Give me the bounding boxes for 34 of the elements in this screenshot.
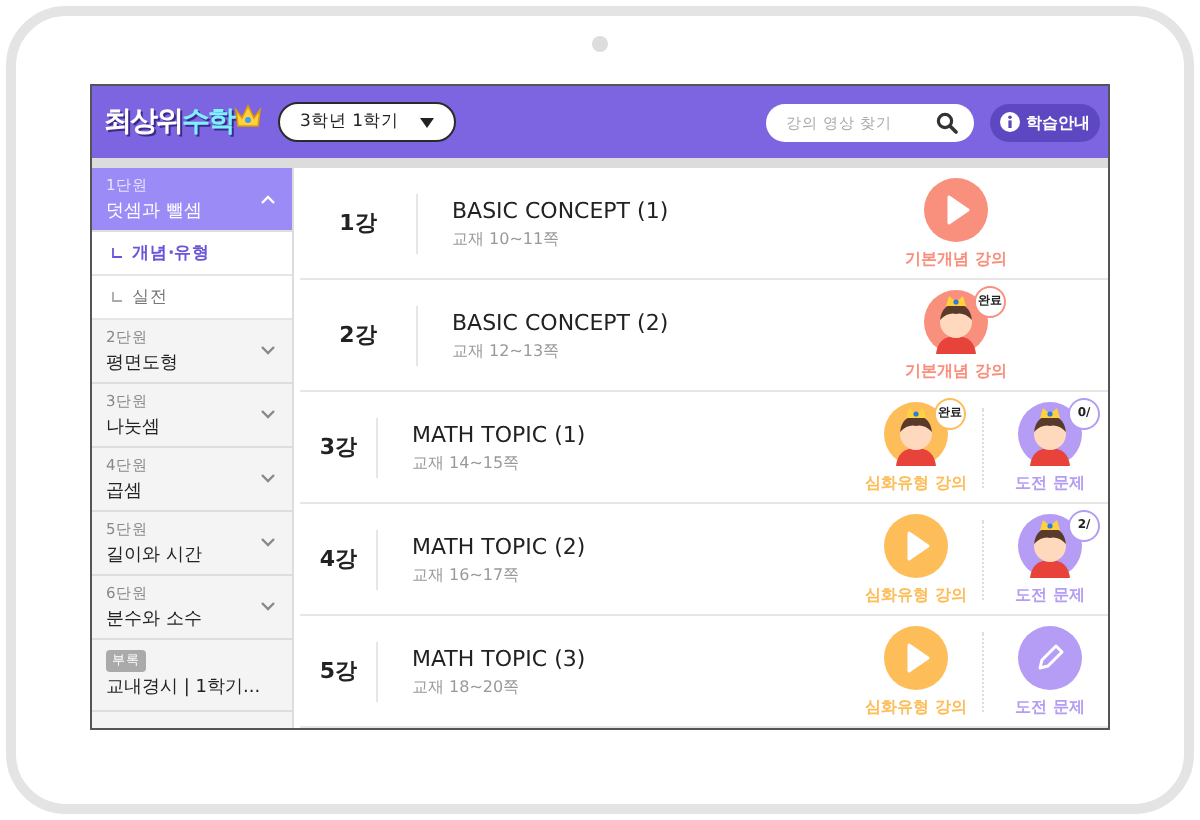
grade-dropdown[interactable]: 3학년 1학기 — [278, 102, 456, 142]
lesson-number: 2강 — [337, 320, 379, 350]
crown-icon — [234, 104, 262, 128]
indent-icon — [112, 292, 122, 302]
lesson-number: 1강 — [337, 208, 379, 238]
textbook-pages: 교재 10~11쪽 — [452, 227, 562, 249]
lesson-number: 4강 — [317, 544, 359, 574]
textbook-pages: 교재 16~17쪽 — [412, 563, 522, 585]
subsection-item[interactable]: 실전 — [92, 276, 292, 320]
chevron-down-icon — [260, 538, 276, 548]
camera-icon — [592, 36, 608, 52]
textbook-pages: 교재 18~20쪽 — [412, 675, 522, 697]
search-icon — [936, 111, 958, 133]
info-icon — [1000, 112, 1020, 132]
chevron-down-icon — [260, 410, 276, 420]
logo-text: 수학 — [182, 104, 234, 140]
indent-icon — [112, 248, 122, 258]
lesson-number: 5강 — [317, 656, 359, 686]
textbook-pages: 교재 12~13쪽 — [452, 339, 562, 361]
lesson-title: BASIC CONCEPT (1) — [452, 197, 671, 223]
logo-text: 최상위 — [104, 104, 182, 140]
subsection-item[interactable]: 개념·유형 — [92, 232, 292, 276]
lesson-title: BASIC CONCEPT (2) — [452, 309, 671, 335]
chevron-down-icon — [260, 474, 276, 484]
chevron-down-icon — [260, 602, 276, 612]
lesson-title: MATH TOPIC (3) — [412, 645, 588, 671]
lesson-number: 3강 — [317, 432, 359, 462]
caret-icon — [419, 117, 434, 127]
textbook-pages: 교재 14~15쪽 — [412, 451, 522, 473]
chevron-down-icon — [260, 346, 276, 356]
guide-button[interactable]: 학습안내 — [990, 103, 1100, 141]
chevron-up-icon — [260, 194, 276, 204]
lesson-title: MATH TOPIC (1) — [412, 421, 588, 447]
lesson-title: MATH TOPIC (2) — [412, 533, 588, 559]
